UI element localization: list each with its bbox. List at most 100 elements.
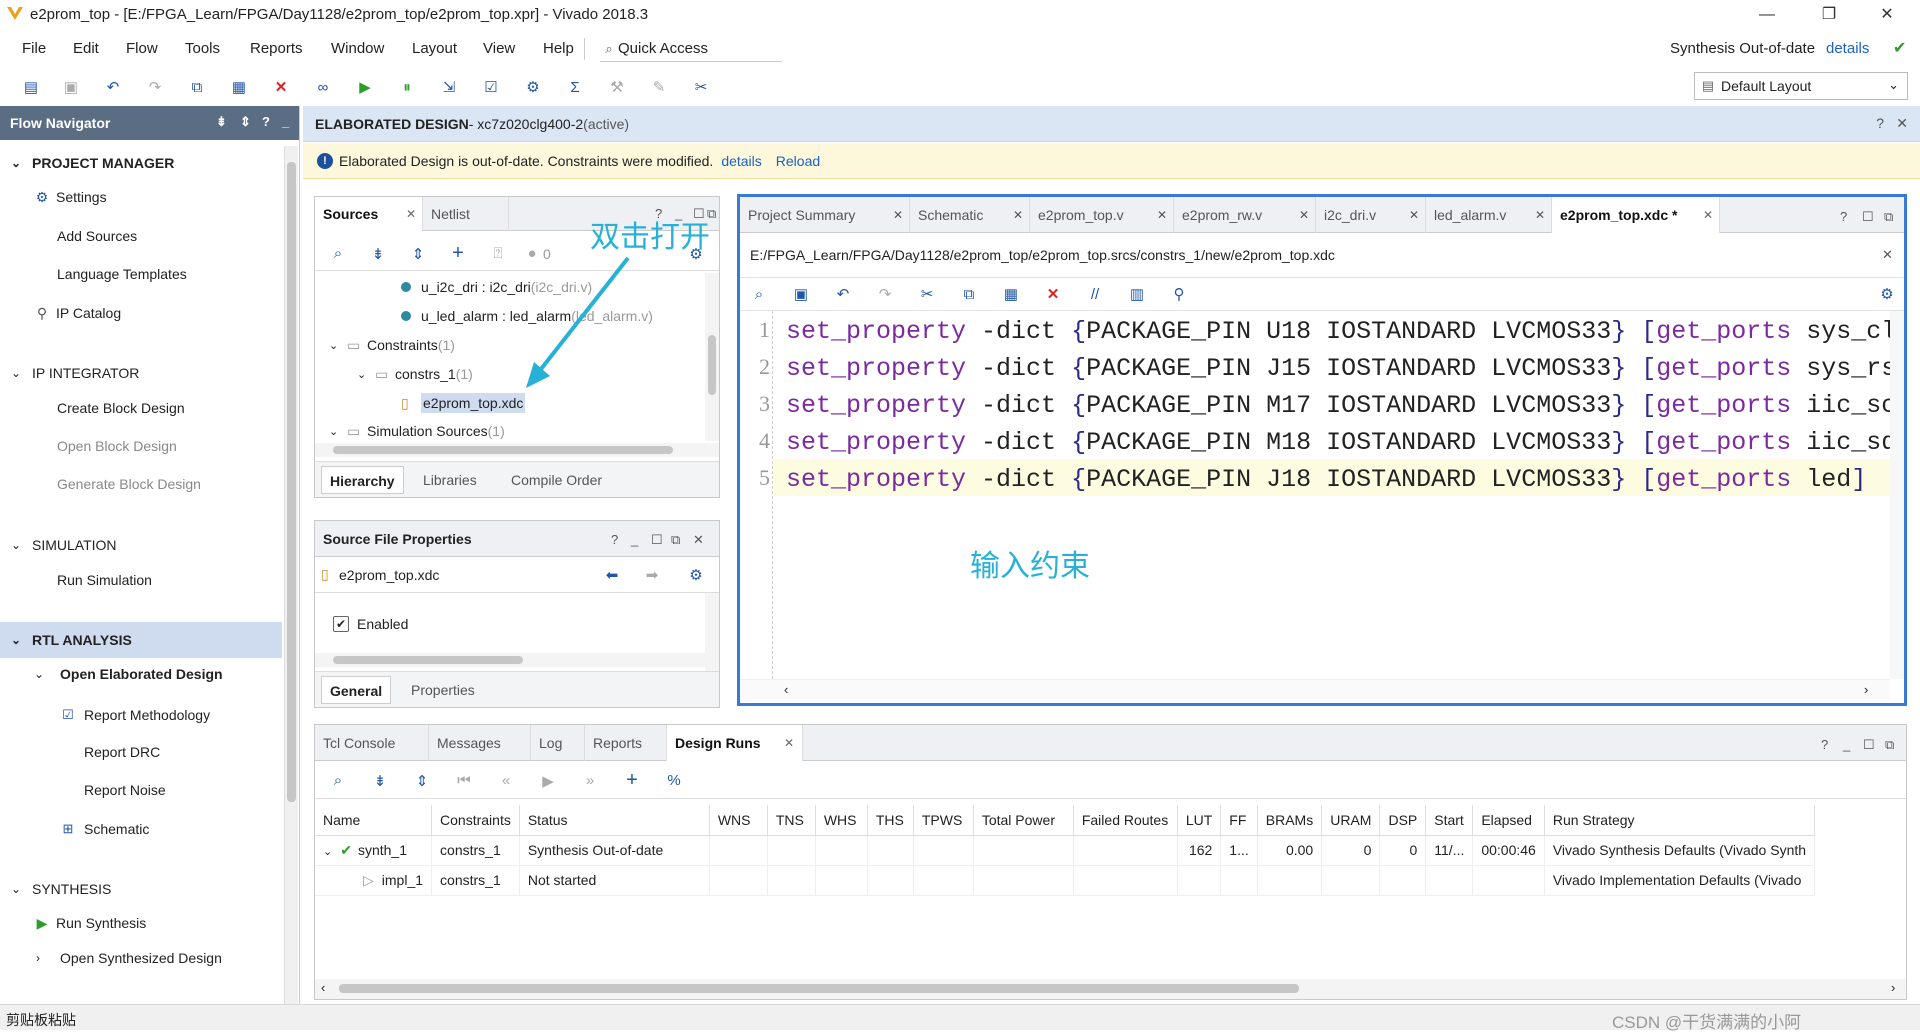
synthesis-details-link[interactable]: details (1826, 40, 1869, 57)
scroll-right-icon[interactable]: › (1864, 682, 1868, 697)
nav-settings[interactable]: ⚙ Settings (32, 186, 107, 208)
menu-help[interactable]: Help (543, 40, 574, 57)
column-header[interactable]: URAM (1321, 805, 1381, 836)
column-header[interactable]: WHS (815, 805, 868, 836)
step-icon[interactable]: ⏸ (396, 76, 418, 98)
cut-icon[interactable]: ✂ (916, 283, 938, 305)
nav-report-noise[interactable]: Report Noise (84, 782, 166, 798)
table-row-impl-1[interactable]: ▷ impl_1 constrs_1 Not started Vivado Im… (315, 865, 1816, 896)
nav-open-elaborated-design[interactable]: ⌄ Open Elaborated Design (34, 666, 223, 682)
scroll-left-icon[interactable]: ‹ (321, 980, 325, 995)
runs-hscroll[interactable]: ‹ › (315, 979, 1906, 999)
tab-hierarchy[interactable]: Hierarchy (321, 466, 404, 494)
minimize-button[interactable]: — (1744, 2, 1790, 28)
section-ip-integrator[interactable]: ⌄ IP INTEGRATOR (0, 358, 282, 388)
tool-icon[interactable]: ✂ (690, 76, 712, 98)
close-icon[interactable]: ✕ (1157, 208, 1167, 222)
close-icon[interactable]: ✕ (1409, 208, 1419, 222)
nav-open-synthesized-design[interactable]: › Open Synthesized Design (36, 950, 222, 966)
tab-e2prom-top-xdc[interactable]: e2prom_top.xdc * ✕ (1552, 197, 1720, 233)
menu-layout[interactable]: Layout (412, 40, 457, 57)
redo-icon[interactable]: ↷ (874, 283, 896, 305)
close-path-icon[interactable]: ✕ (1882, 247, 1893, 263)
hierarchy-icon[interactable]: ⍰ (487, 243, 509, 265)
tab-general[interactable]: General (321, 676, 392, 704)
help-icon[interactable]: ? (611, 532, 618, 547)
search-icon[interactable]: ⌕ (327, 770, 349, 792)
float-icon[interactable]: ⧉ (671, 532, 680, 548)
section-simulation[interactable]: ⌄ SIMULATION (0, 530, 282, 560)
play-icon[interactable]: ▶ (537, 770, 559, 792)
maximize-icon[interactable]: ☐ (1862, 209, 1874, 225)
delete-icon[interactable]: ✕ (270, 76, 292, 98)
paste-icon[interactable]: ▦ (1000, 283, 1022, 305)
nav-report-methodology[interactable]: ☑ Report Methodology (58, 704, 210, 726)
tree-item-constrs-1[interactable]: ⌄ ▭ constrs_1 (1) (357, 362, 473, 386)
tab-compile-order[interactable]: Compile Order (511, 472, 602, 488)
sigma-icon[interactable]: Σ (564, 76, 586, 98)
chevron-down-icon[interactable]: ⌄ (323, 846, 332, 858)
enabled-checkbox[interactable]: ✔ (333, 616, 349, 632)
redo-icon[interactable]: ↷ (144, 76, 166, 98)
section-synthesis[interactable]: ⌄ SYNTHESIS (0, 874, 282, 904)
tree-item-xdc[interactable]: ▯ e2prom_top.xdc (401, 391, 526, 415)
copy-icon[interactable]: ⧉ (958, 283, 980, 305)
lightbulb-icon[interactable]: ⚲ (1168, 283, 1190, 305)
forward-arrow-icon[interactable]: ➡ (641, 564, 663, 586)
tab-libraries[interactable]: Libraries (423, 472, 477, 488)
pen-icon[interactable]: ✎ (648, 76, 670, 98)
nav-run-simulation[interactable]: Run Simulation (57, 572, 152, 588)
columns-icon[interactable]: ▥ (1126, 283, 1148, 305)
tab-properties[interactable]: Properties (411, 682, 475, 698)
menu-reports[interactable]: Reports (250, 40, 303, 57)
delete-icon[interactable]: ✕ (1042, 283, 1064, 305)
help-icon[interactable]: ? (1840, 209, 1847, 224)
tab-log[interactable]: Log (531, 725, 585, 761)
nav-add-sources[interactable]: Add Sources (57, 228, 137, 244)
tab-tcl-console[interactable]: Tcl Console (315, 725, 429, 761)
undo-icon[interactable]: ↶ (102, 76, 124, 98)
warning-details-link[interactable]: details (721, 153, 761, 169)
column-header[interactable]: Status (519, 805, 710, 836)
nav-run-synthesis[interactable]: ▶ Run Synthesis (32, 912, 147, 934)
code-line[interactable]: set_property -dict {PACKAGE_PIN J18 IOST… (786, 461, 1890, 498)
code-line[interactable]: set_property -dict {PACKAGE_PIN J15 IOST… (786, 350, 1890, 387)
save-icon[interactable]: ▣ (60, 76, 82, 98)
save-icon[interactable]: ▣ (790, 283, 812, 305)
expand-all-icon[interactable]: ⇕ (407, 243, 429, 265)
scroll-right-icon[interactable]: › (1891, 980, 1895, 995)
nav-generate-block-design[interactable]: Generate Block Design (57, 476, 201, 492)
tab-schematic[interactable]: Schematic ✕ (910, 197, 1030, 233)
menu-tools[interactable]: Tools (185, 40, 220, 57)
sfp-hscroll[interactable] (315, 653, 719, 667)
back-arrow-icon[interactable]: ⬅ (601, 564, 623, 586)
expand-all-icon[interactable]: ⇕ (411, 770, 433, 792)
column-header[interactable]: LUT (1177, 805, 1222, 836)
menu-edit[interactable]: Edit (73, 40, 99, 57)
collapse-all-icon[interactable]: ⇟ (216, 114, 227, 130)
open-project-icon[interactable]: ▤ (20, 76, 42, 98)
code-line[interactable]: set_property -dict {PACKAGE_PIN M17 IOST… (786, 387, 1890, 424)
tab-e2prom-rw-v[interactable]: e2prom_rw.v ✕ (1174, 197, 1316, 233)
help-icon[interactable]: ? (1821, 737, 1828, 752)
sources-vscroll[interactable] (705, 273, 719, 441)
code-line[interactable]: set_property -dict {PACKAGE_PIN M18 IOST… (786, 424, 1890, 461)
nav-ip-catalog[interactable]: ⚲ IP Catalog (32, 302, 121, 324)
code-hscroll[interactable]: ‹ › (740, 679, 1890, 701)
nav-language-templates[interactable]: Language Templates (57, 266, 187, 282)
scroll-thumb[interactable] (339, 984, 1299, 993)
nav-open-block-design[interactable]: Open Block Design (57, 438, 177, 454)
quick-access-search[interactable]: ⌕ Quick Access (600, 36, 782, 62)
settings-gear-icon[interactable]: ⚙ (522, 76, 544, 98)
sources-hscroll[interactable] (315, 443, 719, 457)
close-icon[interactable]: ✕ (1896, 115, 1908, 132)
undo-icon[interactable]: ↶ (832, 283, 854, 305)
tab-messages[interactable]: Messages (429, 725, 531, 761)
percent-icon[interactable]: % (663, 770, 685, 792)
close-icon[interactable]: ✕ (784, 736, 794, 750)
add-icon[interactable]: + (447, 242, 469, 265)
run-icon[interactable]: ▶ (354, 76, 376, 98)
scroll-thumb[interactable] (708, 335, 716, 395)
tab-reports[interactable]: Reports (585, 725, 667, 761)
collapse-all-icon[interactable]: ⇟ (369, 770, 391, 792)
